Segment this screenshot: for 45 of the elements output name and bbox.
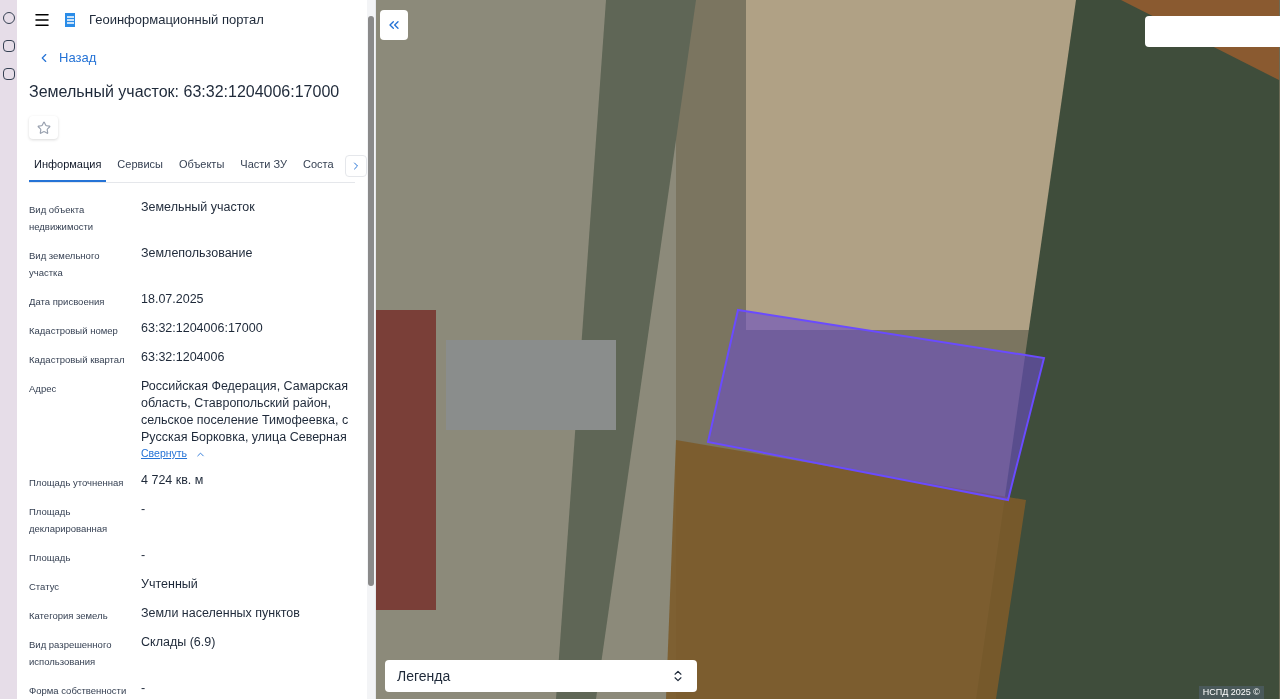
collapse-link[interactable]: Свернуть (141, 446, 207, 462)
property-label: Площадь декларированная (29, 505, 109, 536)
collapse-panel-button[interactable] (380, 10, 408, 40)
property-value: - (141, 501, 147, 518)
property-label: Площадь уточненная (29, 476, 125, 490)
property-value: Землепользование (141, 245, 254, 263)
property-value: Земельный участок (141, 199, 256, 217)
property-label: Вид объекта недвижимости (29, 203, 95, 235)
property-value: 18.07.2025 (141, 291, 205, 309)
property-label: Площадь (29, 551, 72, 565)
scrollbar[interactable] (367, 0, 375, 699)
property-label: Вид разрешенного использования (29, 638, 113, 669)
object-title: Земельный участок: 63:32:1204006:17000 (29, 81, 341, 102)
property-label: Вид земельного участка (29, 249, 101, 281)
portal-title: Геоинформационный портал (89, 11, 264, 30)
property-label: Кадастровый квартал (29, 353, 126, 368)
page-icon[interactable] (2, 68, 15, 80)
tab[interactable]: Информация (29, 155, 107, 183)
property-value: - (141, 547, 147, 564)
tab-icon[interactable] (2, 40, 15, 52)
property-label: Форма собственности (29, 684, 128, 698)
back-link[interactable]: Назад (37, 48, 97, 68)
tab[interactable]: Сервисы (112, 155, 168, 183)
property-label: Категория земель (29, 609, 109, 623)
property-label: Адрес (29, 382, 58, 397)
property-value: - (141, 680, 147, 697)
property-label: Кадастровый номер (29, 324, 119, 339)
search-field[interactable] (1145, 16, 1280, 47)
property-value: Учтенный (141, 576, 199, 593)
property-label: Дата присвоения (29, 295, 106, 310)
property-value: 63:32:1204006 (141, 349, 226, 367)
property-value: Земли населенных пунктов (141, 605, 301, 622)
tab[interactable]: Части ЗУ (235, 155, 292, 183)
property-value: 4 724 кв. м (141, 472, 205, 489)
portal-logo-icon (63, 12, 77, 29)
property-value: Российская Федерация, Самарская область, Ставропольский район, сельское поселение Тимофеевка, с Русская Борковка, улица Северная (141, 378, 350, 447)
property-label: Статус (29, 580, 61, 594)
star-icon (36, 120, 51, 135)
favorite-button[interactable] (29, 115, 58, 140)
tab[interactable]: Объекты (173, 155, 230, 183)
property-value: 63:32:1204006:17000 (141, 320, 264, 338)
tab[interactable]: Соста (298, 155, 339, 183)
property-value: Склады (6.9) (141, 634, 217, 651)
legend-dropdown[interactable]: Легенда (385, 660, 697, 692)
scrollbar-thumb[interactable] (368, 16, 374, 586)
